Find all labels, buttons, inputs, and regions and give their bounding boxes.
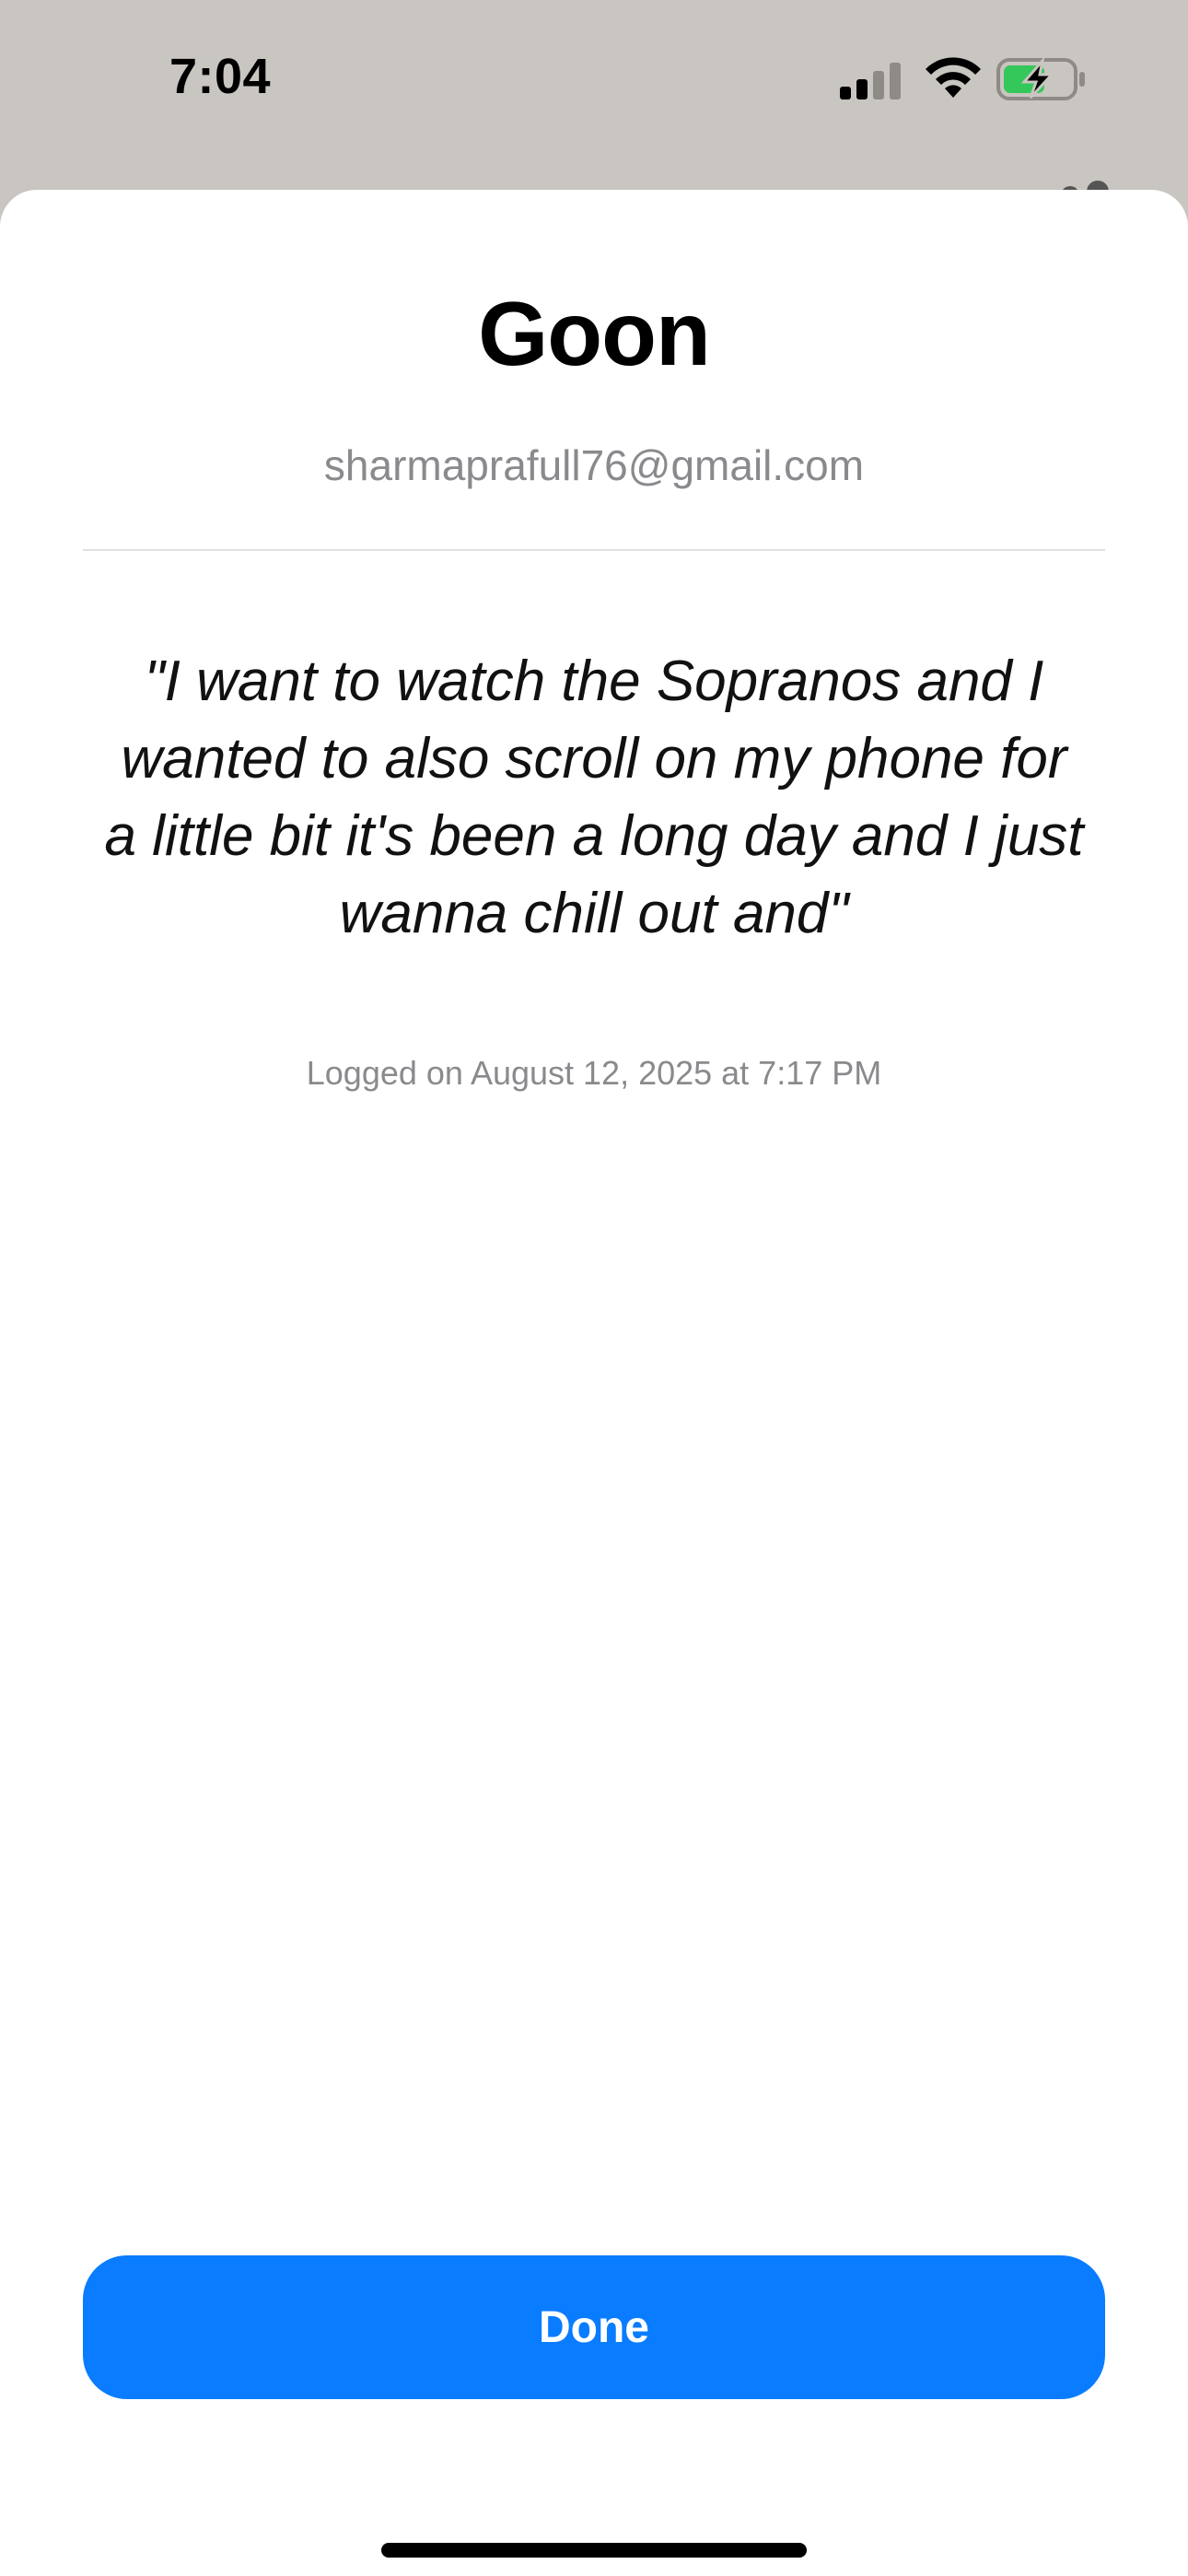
quote-text: "I want to watch the Sopranos and I want… (104, 650, 1084, 945)
sheet-title: Goon (478, 283, 711, 384)
status-time: 7:04 (169, 49, 272, 104)
status-bar: 7:04 (0, 0, 1188, 203)
cellular-signal-icon (840, 63, 901, 100)
status-icons (838, 55, 1087, 107)
done-button[interactable]: Done (83, 2255, 1105, 2399)
divider (83, 549, 1105, 551)
battery-charging-icon (996, 57, 1085, 100)
user-email: sharmaprafull76@gmail.com (323, 441, 865, 489)
wifi-icon (926, 57, 981, 98)
home-indicator[interactable] (381, 2543, 807, 2558)
logged-timestamp: Logged on August 12, 2025 at 7:17 PM (306, 1054, 882, 1092)
detail-sheet: Goon sharmaprafull76@gmail.com "I want t… (0, 190, 1188, 2576)
